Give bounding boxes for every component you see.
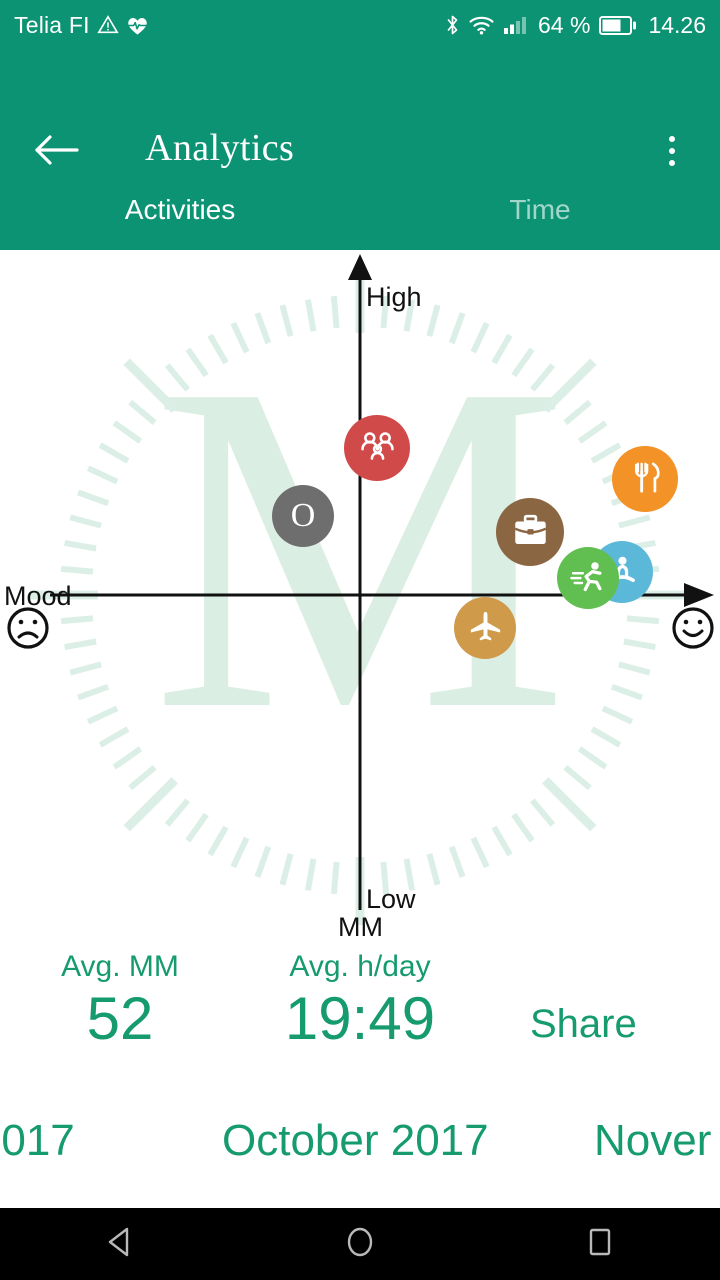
airplane-icon [466, 607, 505, 650]
status-bar: Telia FI 64 % 14.26 [0, 0, 720, 50]
cellular-signal-icon [503, 15, 529, 35]
month-current[interactable]: October 2017 [222, 1116, 489, 1166]
back-button[interactable] [32, 128, 80, 176]
summary-stats: Avg. MM 52 Avg. h/day 19:49 Share [0, 940, 720, 1090]
carrier-label: Telia FI [14, 11, 90, 38]
chart-point-other[interactable]: O [272, 485, 334, 547]
nav-back-button[interactable] [75, 1208, 165, 1280]
back-arrow-icon [33, 133, 79, 172]
nav-recents-square-icon [585, 1226, 615, 1263]
tab-bar: Activities Time [0, 170, 720, 250]
running-icon [569, 557, 608, 600]
stat-avg-mm-caption: Avg. MM [61, 950, 179, 983]
nav-recents-button[interactable] [555, 1208, 645, 1280]
chart-point-exercise[interactable] [557, 547, 619, 609]
heartbeat-icon [126, 15, 149, 36]
nav-home-button[interactable] [315, 1208, 405, 1280]
sad-face-icon [7, 607, 49, 649]
status-bar-right: 64 % 14.26 [445, 12, 720, 39]
month-carousel[interactable]: r 2017 October 2017 Nover [0, 1098, 720, 1208]
stat-avg-hday: Avg. h/day 19:49 [255, 950, 465, 1052]
happy-face-icon [672, 607, 714, 649]
battery-icon [599, 15, 637, 36]
axis-label-low: Low [366, 884, 416, 914]
overflow-menu-icon [669, 136, 675, 166]
battery-percent-label: 64 % [538, 11, 591, 38]
chart-point-travel[interactable] [454, 597, 516, 659]
letter-o-icon: O [290, 497, 316, 534]
tab-activities[interactable]: Activities [0, 170, 360, 250]
nav-back-triangle-icon [105, 1226, 135, 1263]
stat-avg-mm: Avg. MM 52 [35, 950, 205, 1052]
mood-activity-scatter-chart: M High Low MM Mood O [0, 250, 720, 940]
cutlery-icon [625, 457, 666, 502]
overflow-menu-button[interactable] [650, 128, 694, 174]
month-previous[interactable]: r 2017 [0, 1116, 75, 1166]
wifi-icon [469, 15, 494, 35]
app-bar: Analytics [0, 50, 720, 170]
share-button[interactable]: Share [530, 1002, 637, 1047]
stat-avg-hday-caption: Avg. h/day [289, 950, 431, 983]
stat-avg-mm-value: 52 [86, 984, 154, 1052]
month-next[interactable]: Nover [594, 1116, 711, 1166]
briefcase-icon [509, 509, 552, 556]
chart-point-family[interactable] [344, 415, 410, 481]
status-bar-left: Telia FI [0, 12, 149, 39]
people-group-icon [357, 426, 398, 471]
warning-triangle-icon [97, 14, 119, 36]
bluetooth-icon [445, 14, 460, 36]
page-title: Analytics [145, 127, 295, 169]
nav-home-circle-icon [344, 1225, 376, 1264]
clock-label: 14.26 [648, 11, 706, 38]
axis-label-high: High [366, 282, 422, 312]
stat-avg-hday-value: 19:49 [284, 984, 436, 1052]
tab-time[interactable]: Time [360, 170, 720, 250]
axis-label-mm: MM [338, 912, 383, 940]
android-nav-bar [0, 1208, 720, 1280]
chart-point-food[interactable] [612, 446, 678, 512]
axis-label-mood: Mood [4, 581, 72, 611]
chart-point-work[interactable] [496, 498, 564, 566]
